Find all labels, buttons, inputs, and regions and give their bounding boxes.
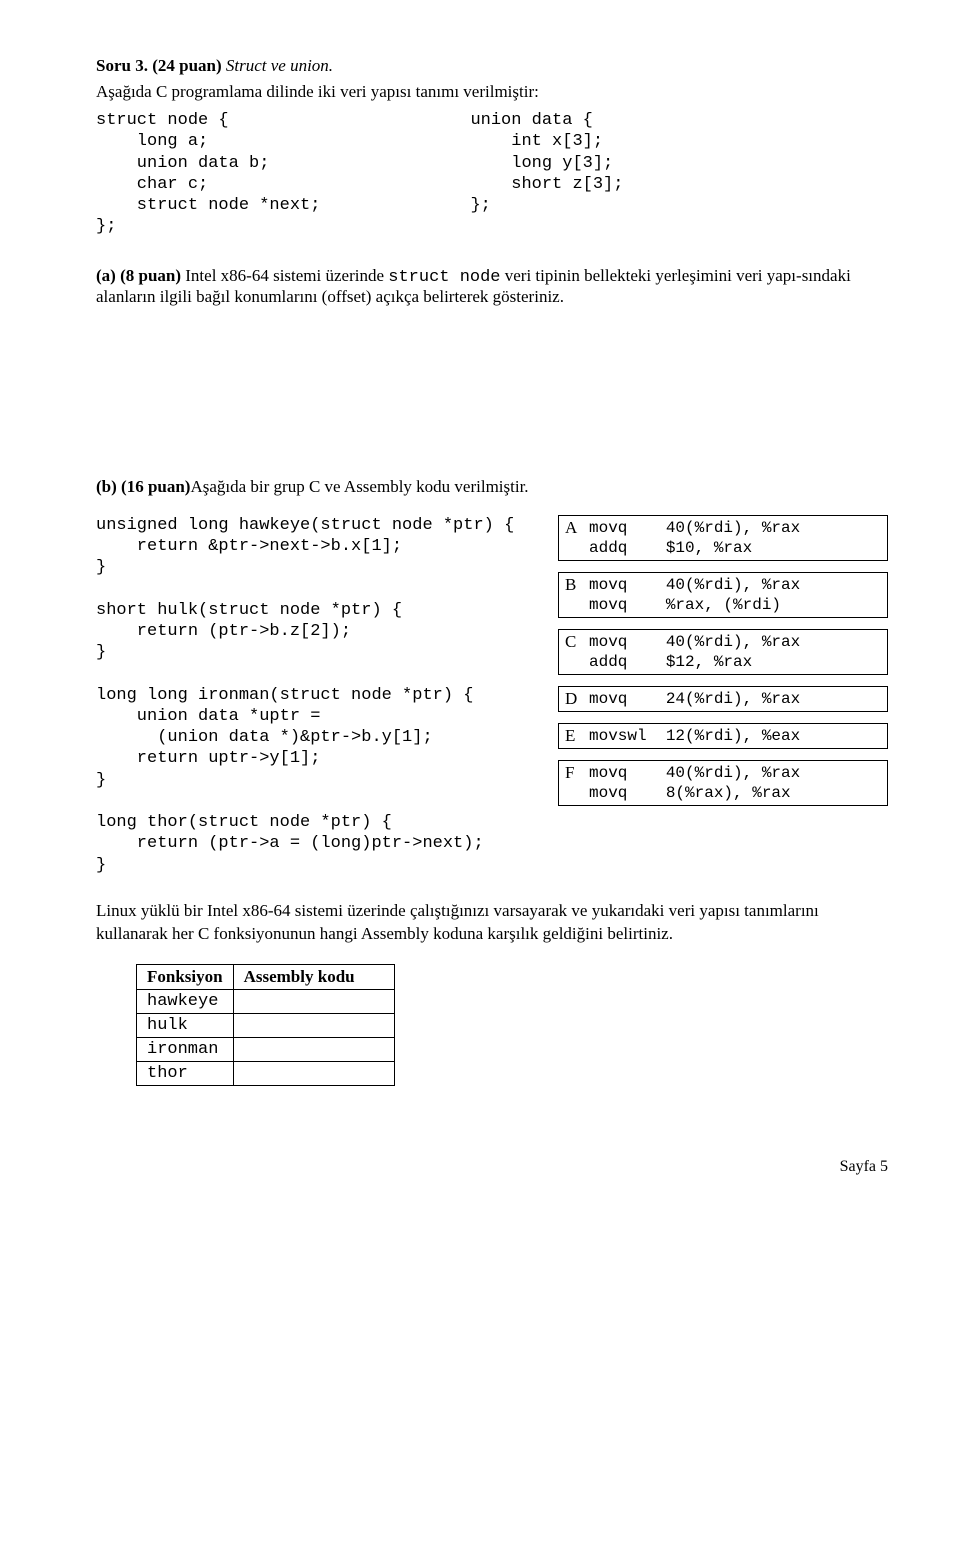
table-row: thor: [137, 1061, 395, 1085]
row-answer: [233, 1037, 394, 1061]
struct-definitions: struct node { long a; union data b; char…: [96, 110, 888, 238]
row-func: thor: [137, 1061, 234, 1085]
part-a-code: struct node: [388, 268, 500, 287]
row-func: ironman: [137, 1037, 234, 1061]
asm-label: D: [565, 689, 589, 709]
asm-code: movswl 12(%rdi), %eax: [589, 726, 800, 746]
row-func: hulk: [137, 1013, 234, 1037]
part-a: (a) (8 puan) Intel x86-64 sistemi üzerin…: [96, 266, 888, 307]
asm-code: movq 40(%rdi), %rax movq 8(%rax), %rax: [589, 763, 800, 803]
asm-column: A movq 40(%rdi), %rax addq $10, %rax B m…: [558, 515, 888, 817]
row-answer: [233, 1061, 394, 1085]
asm-code: movq 40(%rdi), %rax addq $12, %rax: [589, 632, 800, 672]
table-row: ironman: [137, 1037, 395, 1061]
asm-box-e: E movswl 12(%rdi), %eax: [558, 723, 888, 749]
question-title: Soru 3. (24 puan) Struct ve union.: [96, 56, 888, 76]
struct-node-code: struct node { long a; union data b; char…: [96, 110, 320, 238]
header-assembly: Assembly kodu: [233, 964, 394, 989]
asm-label: B: [565, 575, 589, 615]
row-answer: [233, 1013, 394, 1037]
c-code-column: unsigned long hawkeye(struct node *ptr) …: [96, 515, 538, 876]
asm-label: A: [565, 518, 589, 558]
asm-label: C: [565, 632, 589, 672]
asm-code: movq 24(%rdi), %rax: [589, 689, 800, 709]
intro-text: Aşağıda C programlama dilinde iki veri y…: [96, 82, 888, 102]
part-b-points: (16 puan): [121, 477, 190, 496]
table-row: hulk: [137, 1013, 395, 1037]
asm-box-c: C movq 40(%rdi), %rax addq $12, %rax: [558, 629, 888, 675]
part-b-label: (b): [96, 477, 117, 496]
header-funcion: Fonksiyon: [137, 964, 234, 989]
union-data-code: union data { int x[3]; long y[3]; short …: [470, 110, 623, 238]
asm-label: F: [565, 763, 589, 803]
title-suffix: Struct ve union.: [222, 56, 333, 75]
page-footer: Sayfa 5: [96, 1158, 888, 1176]
row-func: hawkeye: [137, 989, 234, 1013]
asm-code: movq 40(%rdi), %rax addq $10, %rax: [589, 518, 800, 558]
part-a-text-before: Intel x86-64 sistemi üzerinde: [185, 266, 388, 285]
asm-box-f: F movq 40(%rdi), %rax movq 8(%rax), %rax: [558, 760, 888, 806]
row-answer: [233, 989, 394, 1013]
title-prefix: Soru 3. (24 puan): [96, 56, 222, 75]
part-b: (b) (16 puan)Aşağıda bir grup C ve Assem…: [96, 477, 888, 497]
c-code-block: unsigned long hawkeye(struct node *ptr) …: [96, 515, 538, 876]
table-header-row: Fonksiyon Assembly kodu: [137, 964, 395, 989]
asm-label: E: [565, 726, 589, 746]
part-b-text: Aşağıda bir grup C ve Assembly kodu veri…: [190, 477, 528, 496]
asm-box-a: A movq 40(%rdi), %rax addq $10, %rax: [558, 515, 888, 561]
closing-text: Linux yüklü bir Intel x86-64 sistemi üze…: [96, 900, 888, 946]
part-a-label: (a): [96, 266, 116, 285]
asm-code: movq 40(%rdi), %rax movq %rax, (%rdi): [589, 575, 800, 615]
part-a-points: (8 puan): [120, 266, 181, 285]
answer-table: Fonksiyon Assembly kodu hawkeye hulk iro…: [136, 964, 395, 1086]
table-row: hawkeye: [137, 989, 395, 1013]
asm-box-d: D movq 24(%rdi), %rax: [558, 686, 888, 712]
asm-box-b: B movq 40(%rdi), %rax movq %rax, (%rdi): [558, 572, 888, 618]
code-columns: unsigned long hawkeye(struct node *ptr) …: [96, 515, 888, 876]
